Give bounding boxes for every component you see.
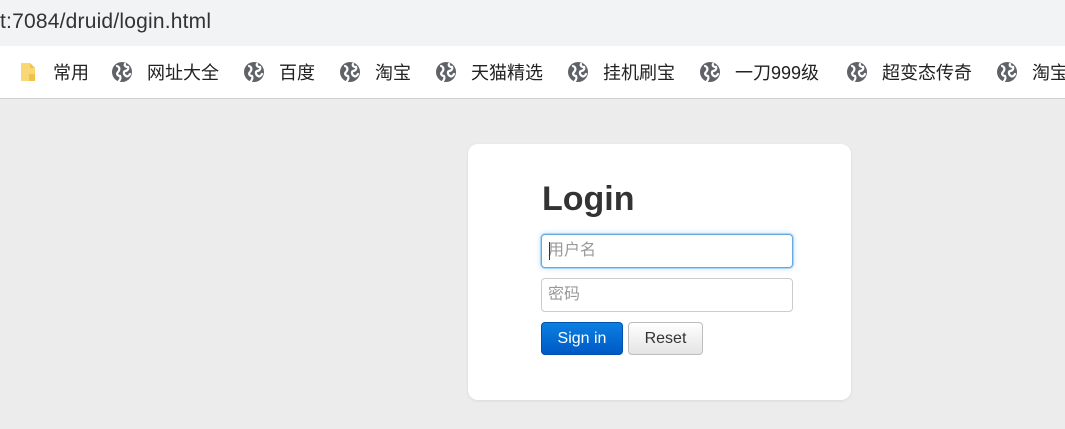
bookmark-label: 百度 <box>279 63 315 83</box>
url-text[interactable]: t:7084/druid/login.html <box>0 10 211 34</box>
bookmark-label: 一刀999级 <box>735 63 820 83</box>
username-input[interactable] <box>541 234 793 268</box>
bookmark-label: 天猫精选 <box>471 63 543 83</box>
reset-button[interactable]: Reset <box>628 322 703 355</box>
login-title: Login <box>542 180 635 218</box>
globe-icon <box>568 62 588 83</box>
bookmark-guajishuabao[interactable]: 挂机刷宝 <box>567 46 675 98</box>
text-cursor <box>549 242 550 260</box>
bookmark-label: 淘宝 <box>1032 63 1065 83</box>
globe-icon <box>340 62 360 83</box>
globe-icon <box>700 62 720 83</box>
bookmark-folder-changyong[interactable]: 常用 <box>17 46 89 98</box>
globe-icon <box>847 62 867 83</box>
bookmark-label: 挂机刷宝 <box>603 63 675 83</box>
bookmark-taobao[interactable]: 淘宝 <box>339 46 411 98</box>
bookmark-chaobiantaichuanqi[interactable]: 超变态传奇 <box>846 46 972 98</box>
bookmark-yidao999ji[interactable]: 一刀999级 <box>699 46 819 98</box>
bookmark-tianmaojingxuan[interactable]: 天猫精选 <box>435 46 543 98</box>
page-content: Login Sign in Reset <box>0 99 1065 429</box>
bookmark-wangzhidaquan[interactable]: 网址大全 <box>111 46 219 98</box>
bookmark-label: 常用 <box>53 63 89 83</box>
folder-icon <box>21 63 35 81</box>
bookmark-label: 超变态传奇 <box>882 63 972 83</box>
bookmarks-bar: 常用 网址大全 百度 淘宝 天猫精选 挂机刷宝 一刀999级 超变态传奇 淘宝 <box>0 46 1065 99</box>
globe-icon <box>997 62 1017 83</box>
globe-icon <box>436 62 456 83</box>
bookmark-baidu[interactable]: 百度 <box>243 46 315 98</box>
address-bar[interactable]: t:7084/druid/login.html <box>0 0 1065 46</box>
bookmark-label: 淘宝 <box>375 63 411 83</box>
bookmark-taobao-2[interactable]: 淘宝 <box>996 46 1065 98</box>
globe-icon <box>244 62 264 83</box>
login-card: Login Sign in Reset <box>468 144 851 400</box>
bookmark-label: 网址大全 <box>147 63 219 83</box>
password-input[interactable] <box>541 278 793 312</box>
globe-icon <box>112 62 132 83</box>
sign-in-button[interactable]: Sign in <box>541 322 623 355</box>
